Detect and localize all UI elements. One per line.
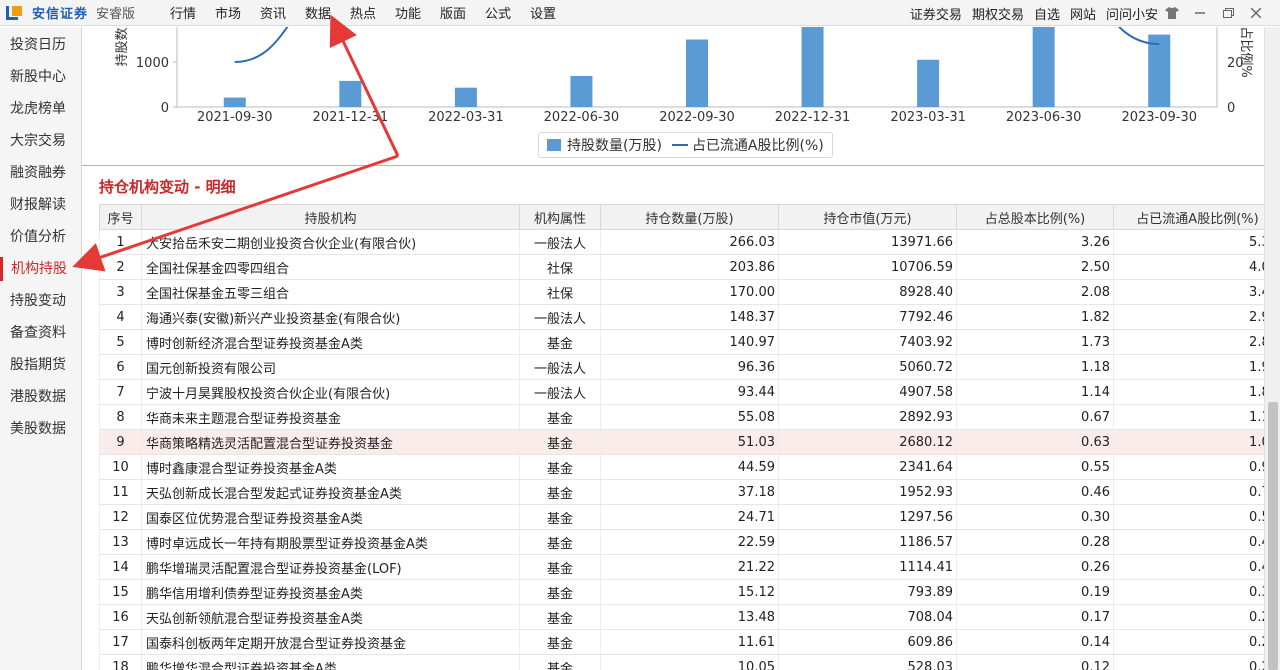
annotation-arrows xyxy=(72,14,400,272)
arrow-to-data-menu xyxy=(329,14,400,157)
arrow-to-sidebar-item xyxy=(72,154,399,272)
